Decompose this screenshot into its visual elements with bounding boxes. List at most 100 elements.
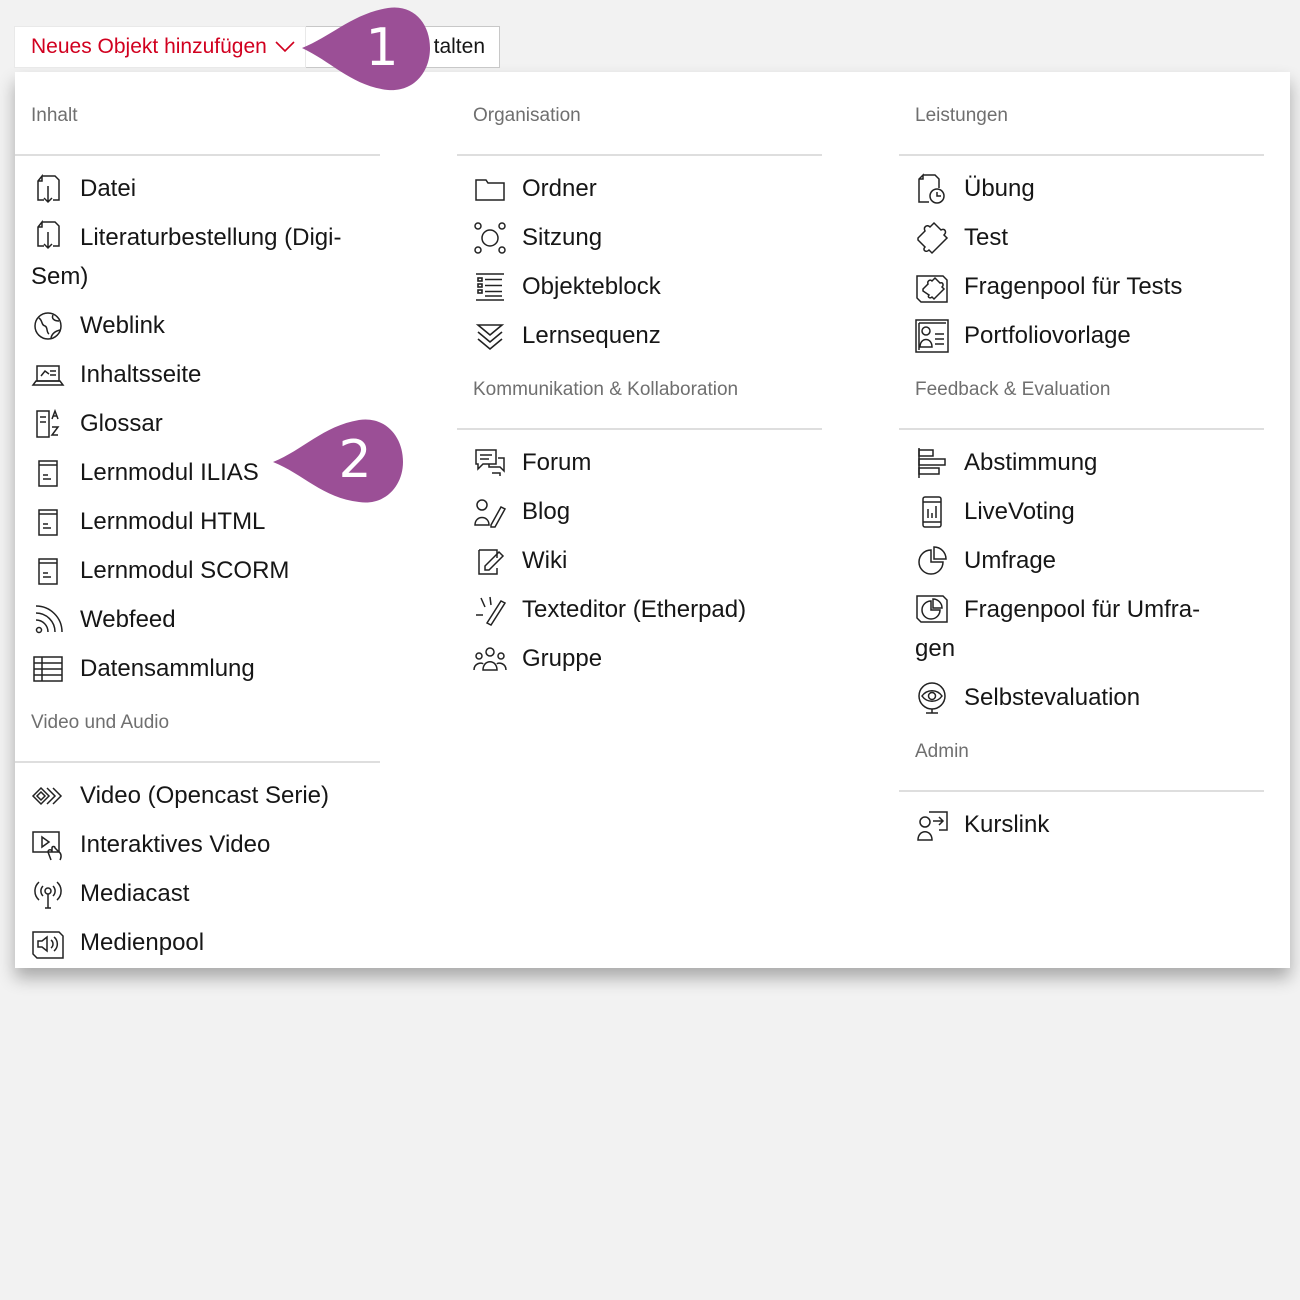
menu-item-label: Umfrage xyxy=(964,547,1057,574)
menu-item-lernmodul-scorm[interactable]: Lernmodul SCORM xyxy=(15,546,380,595)
add-object-menu-panel: Inhalt Datei Literaturbestellung (Digi- S… xyxy=(15,72,1290,968)
menu-item-lernsequenz[interactable]: Lernsequenz xyxy=(457,311,822,360)
menu-item-interaktives-video[interactable]: Interaktives Video xyxy=(15,820,380,869)
menu-item-kurslink[interactable]: Kurslink xyxy=(899,800,1264,849)
menu-item-objekteblock[interactable]: Objekteblock xyxy=(457,262,822,311)
column-inhalt: Inhalt Datei Literaturbestellung (Digi- S… xyxy=(15,72,380,971)
file-download-icon xyxy=(31,172,65,206)
add-object-dropdown-button[interactable]: Neues Objekt hinzufügen xyxy=(14,26,306,68)
menu-item-fragenpool-umfragen[interactable]: Fragenpool für Umfra-gen xyxy=(899,585,1264,673)
menu-item-medienpool[interactable]: Medienpool xyxy=(15,918,380,967)
menu-item-label: Abstimmung xyxy=(964,449,1098,476)
menu-item-label: Fragenpool für Umfra-gen xyxy=(915,596,1201,662)
menu-item-inhaltsseite[interactable]: Inhaltsseite xyxy=(15,350,380,399)
rss-icon xyxy=(31,603,65,637)
menu-item-datensammlung[interactable]: Datensammlung xyxy=(15,644,380,693)
menu-item-blog[interactable]: Blog xyxy=(457,487,822,536)
document-icon xyxy=(31,554,65,588)
menu-item-label: Texteditor (Etherpad) xyxy=(522,596,747,623)
menu-item-abstimmung[interactable]: Abstimmung xyxy=(899,438,1264,487)
menu-item-texteditor[interactable]: Texteditor (Etherpad) xyxy=(457,585,822,634)
menu-item-label: Selbstevaluation xyxy=(964,684,1141,711)
exercise-clock-icon xyxy=(915,172,949,206)
group-title-video-audio: Video und Audio xyxy=(15,705,380,763)
menu-item-umfrage[interactable]: Umfrage xyxy=(899,536,1264,585)
menu-item-label: Literaturbestellung (Digi- Sem) xyxy=(31,224,342,290)
menu-item-label: Forum xyxy=(522,449,592,476)
menu-item-label: Datensammlung xyxy=(80,655,255,682)
menu-item-weblink[interactable]: Weblink xyxy=(15,301,380,350)
group-title-inhalt: Inhalt xyxy=(15,98,380,156)
menu-item-label: LiveVoting xyxy=(964,498,1075,525)
pie-survey-icon xyxy=(915,544,949,578)
menu-item-selbstevaluation[interactable]: Selbstevaluation xyxy=(899,673,1264,722)
menu-item-datei[interactable]: Datei xyxy=(15,164,380,213)
puzzle-icon xyxy=(915,221,949,255)
callout-marker-2: 2 xyxy=(273,418,403,504)
menu-item-test[interactable]: Test xyxy=(899,213,1264,262)
design-button-label: talten xyxy=(433,35,485,58)
opencast-icon xyxy=(31,779,65,813)
blog-icon xyxy=(473,495,507,529)
menu-item-label: Lernmodul ILIAS xyxy=(80,459,259,486)
menu-item-opencast[interactable]: Video (Opencast Serie) xyxy=(15,771,380,820)
group-title-organisation: Organisation xyxy=(457,98,822,156)
folder-icon xyxy=(473,172,507,206)
menu-item-label: Ordner xyxy=(522,175,597,202)
chat-icon xyxy=(473,446,507,480)
column-leistungen: Leistungen Übung Test Fragenpool für Tes… xyxy=(899,72,1264,853)
menu-item-fragenpool-tests[interactable]: Fragenpool für Tests xyxy=(899,262,1264,311)
chevrons-down-icon xyxy=(473,319,507,353)
file-download-icon xyxy=(31,218,65,252)
course-link-icon xyxy=(915,808,949,842)
pie-pool-icon xyxy=(915,590,949,624)
menu-item-label: Fragenpool für Tests xyxy=(964,273,1183,300)
globe-icon xyxy=(31,309,65,343)
menu-item-label: Datei xyxy=(80,175,137,202)
menu-item-forum[interactable]: Forum xyxy=(457,438,822,487)
add-object-label: Neues Objekt hinzufügen xyxy=(31,35,267,58)
menu-item-label: Lernmodul HTML xyxy=(80,508,266,535)
menu-item-label: Test xyxy=(964,224,1009,251)
group-title-leistungen: Leistungen xyxy=(899,98,1264,156)
menu-item-label: Blog xyxy=(522,498,571,525)
callout-marker-1: 1 xyxy=(302,6,432,92)
group-title-admin: Admin xyxy=(899,734,1264,792)
menu-item-lernmodul-html[interactable]: Lernmodul HTML xyxy=(15,497,380,546)
menu-item-label: Mediacast xyxy=(80,880,190,907)
menu-item-label: Webfeed xyxy=(80,606,176,633)
menu-item-gruppe[interactable]: Gruppe xyxy=(457,634,822,683)
menu-item-portfoliovorlage[interactable]: Portfoliovorlage xyxy=(899,311,1264,360)
laptop-icon xyxy=(31,358,65,392)
menu-item-wiki[interactable]: Wiki xyxy=(457,536,822,585)
callout-number-2: 2 xyxy=(338,430,372,490)
document-icon xyxy=(31,505,65,539)
pen-icon xyxy=(473,593,507,627)
menu-item-label: Glossar xyxy=(80,410,163,437)
menu-item-label: Interaktives Video xyxy=(80,831,271,858)
document-icon xyxy=(31,456,65,490)
wiki-edit-icon xyxy=(473,544,507,578)
menu-item-label: Lernmodul SCORM xyxy=(80,557,290,584)
group-icon xyxy=(473,642,507,676)
menu-item-sitzung[interactable]: Sitzung xyxy=(457,213,822,262)
table-icon xyxy=(31,652,65,686)
eye-monitor-icon xyxy=(915,681,949,715)
menu-item-label: Lernsequenz xyxy=(522,322,661,349)
menu-item-literaturbestellung[interactable]: Literaturbestellung (Digi- Sem) xyxy=(15,213,380,301)
menu-item-label: Kurslink xyxy=(964,811,1050,838)
menu-item-uebung[interactable]: Übung xyxy=(899,164,1264,213)
menu-item-webfeed[interactable]: Webfeed xyxy=(15,595,380,644)
menu-item-label: Portfoliovorlage xyxy=(964,322,1131,349)
glossary-az-icon xyxy=(31,407,65,441)
group-title-feedback: Feedback & Evaluation xyxy=(899,372,1264,430)
menu-item-label: Wiki xyxy=(522,547,568,574)
puzzle-pool-icon xyxy=(915,270,949,304)
menu-item-mediacast[interactable]: Mediacast xyxy=(15,869,380,918)
group-title-kommunikation: Kommunikation & Kollaboration xyxy=(457,372,822,430)
menu-item-label: Weblink xyxy=(80,312,165,339)
chevron-down-icon xyxy=(275,41,295,53)
menu-item-ordner[interactable]: Ordner xyxy=(457,164,822,213)
menu-item-label: Gruppe xyxy=(522,645,603,672)
menu-item-livevoting[interactable]: LiveVoting xyxy=(899,487,1264,536)
